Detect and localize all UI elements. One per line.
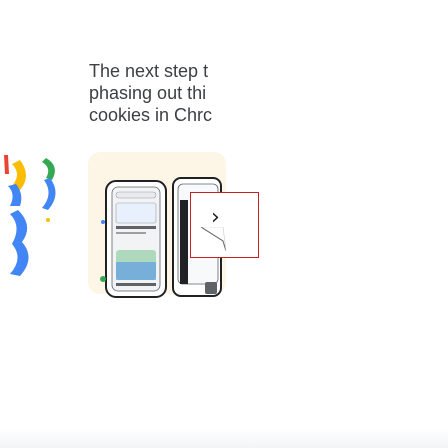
google-dot-green	[100, 276, 106, 282]
headline-line-2: phasing out thi	[89, 83, 207, 103]
red-brush-stroke	[4, 155, 9, 174]
phone-mockup	[100, 180, 167, 298]
green-brush-stroke	[42, 158, 55, 180]
phone-search-bar	[115, 191, 157, 199]
article-headline[interactable]: The next step t phasing out thi cookies …	[89, 60, 223, 140]
google-dot-yellow	[46, 218, 50, 222]
page-bottom-strip	[0, 428, 448, 448]
headline-line-1: The next step t	[89, 61, 209, 81]
headline-line-3: cookies in Chrc	[89, 105, 213, 125]
google-dot-blue	[101, 220, 105, 224]
fold-corner-icon	[201, 227, 226, 251]
blue-brush-stroke-3	[42, 178, 56, 210]
carousel-next-button[interactable]: ›	[190, 192, 259, 258]
blue-brush-stroke-2	[10, 210, 29, 276]
